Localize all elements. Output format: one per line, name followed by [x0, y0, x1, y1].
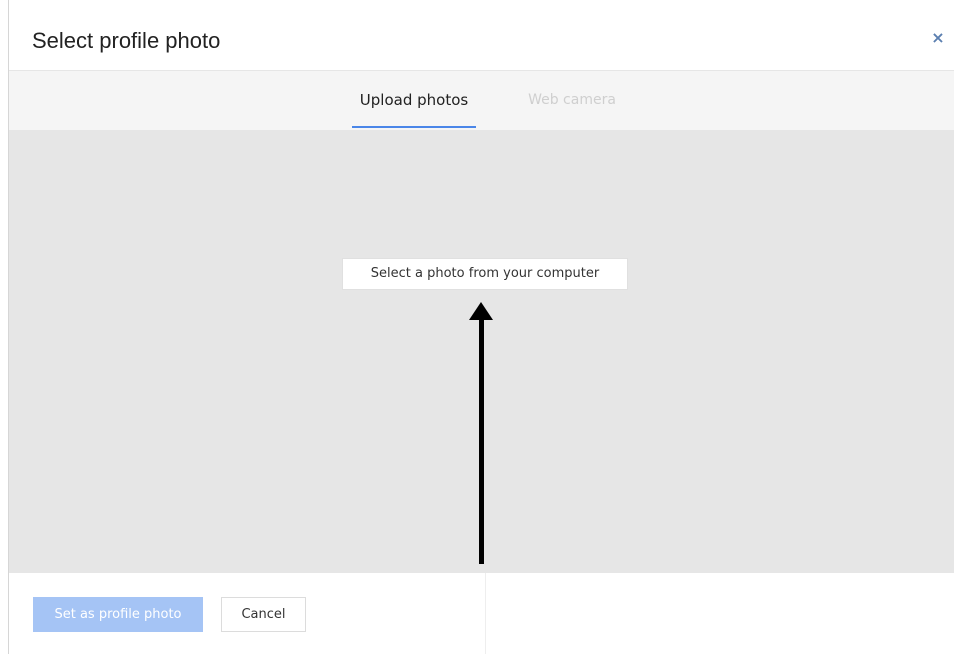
- tab-upload-photos-label: Upload photos: [359, 91, 469, 109]
- upload-drop-area: Select a photo from your computer: [9, 130, 954, 573]
- tab-web-camera-label: Web camera: [528, 92, 616, 108]
- tab-bar: Upload photos Web camera: [9, 71, 954, 130]
- set-as-profile-photo-button[interactable]: Set as profile photo: [33, 597, 203, 632]
- dialog-title: Select profile photo: [32, 28, 221, 53]
- up-arrow-icon: [469, 302, 493, 564]
- select-photo-button[interactable]: Select a photo from your computer: [342, 258, 628, 290]
- footer-divider: [485, 573, 486, 654]
- tab-web-camera[interactable]: Web camera: [525, 71, 619, 130]
- active-tab-indicator: [352, 126, 476, 128]
- profile-photo-dialog: Select profile photo × Upload photos Web…: [0, 0, 954, 654]
- dialog-footer: Set as profile photo Cancel: [9, 573, 954, 654]
- dialog-header: Select profile photo ×: [9, 0, 954, 71]
- cancel-button[interactable]: Cancel: [221, 597, 306, 632]
- tab-upload-photos[interactable]: Upload photos: [351, 71, 477, 130]
- close-icon[interactable]: ×: [928, 28, 948, 48]
